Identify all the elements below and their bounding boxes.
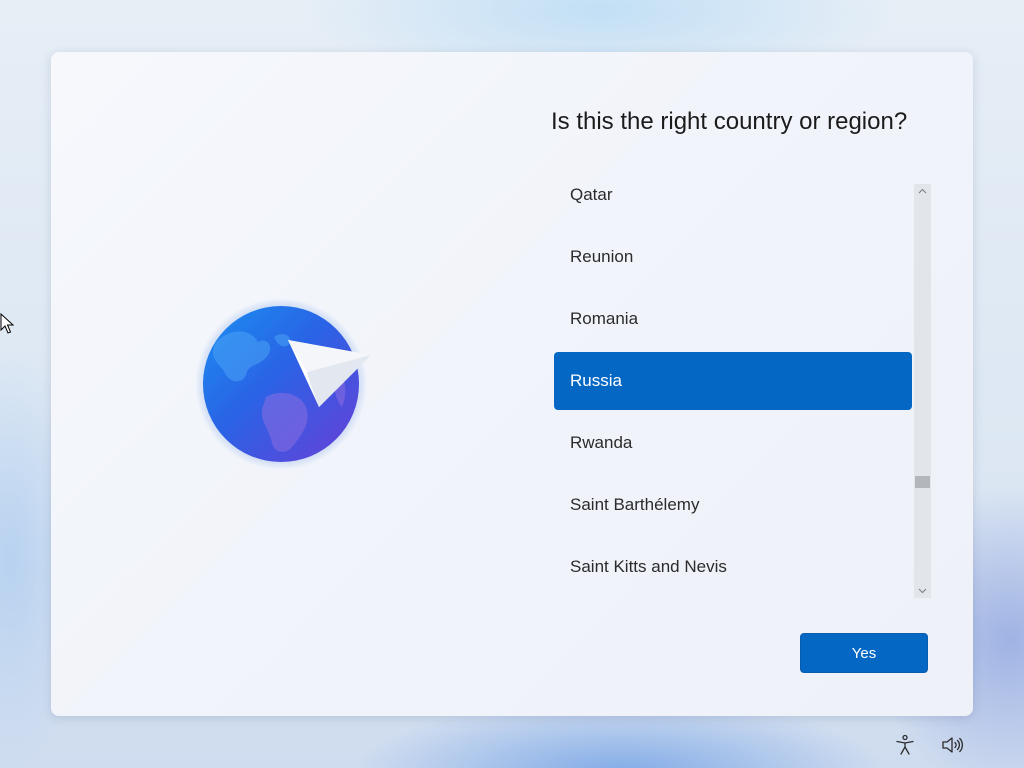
volume-icon[interactable]: [940, 733, 964, 757]
list-item-country[interactable]: Saint Barthélemy: [554, 476, 912, 534]
page-title: Is this the right country or region?: [551, 108, 908, 135]
country-label: Romania: [570, 309, 639, 328]
country-label: Saint Barthélemy: [570, 495, 700, 514]
list-item-country[interactable]: Qatar: [554, 184, 912, 224]
scroll-up-icon[interactable]: [914, 184, 931, 198]
country-label: Saint Kitts and Nevis: [570, 557, 727, 576]
list-item-country[interactable]: Reunion: [554, 228, 912, 286]
list-item-country[interactable]: Rwanda: [554, 414, 912, 472]
list-item-country[interactable]: Saint Kitts and Nevis: [554, 538, 912, 596]
country-label: Reunion: [570, 247, 634, 266]
country-label: Rwanda: [570, 433, 633, 452]
mouse-pointer-icon: [0, 313, 14, 334]
country-label: Russia: [570, 371, 622, 390]
scroll-thumb[interactable]: [915, 476, 930, 488]
globe-with-paper-plane-icon: [196, 298, 371, 470]
yes-button[interactable]: Yes: [800, 633, 928, 673]
country-list[interactable]: Qatar Reunion Romania Russia Rwanda Saint Bar…: [554, 184, 912, 598]
list-item-country[interactable]: Romania: [554, 290, 912, 348]
list-item-country[interactable]: Russia: [554, 352, 912, 410]
accessibility-icon[interactable]: [893, 733, 917, 757]
list-scrollbar[interactable]: [914, 184, 931, 598]
country-label: Qatar: [570, 185, 613, 204]
scroll-down-icon[interactable]: [914, 584, 931, 598]
oobe-dialog: Is this the right country or region? Qat…: [51, 52, 973, 716]
